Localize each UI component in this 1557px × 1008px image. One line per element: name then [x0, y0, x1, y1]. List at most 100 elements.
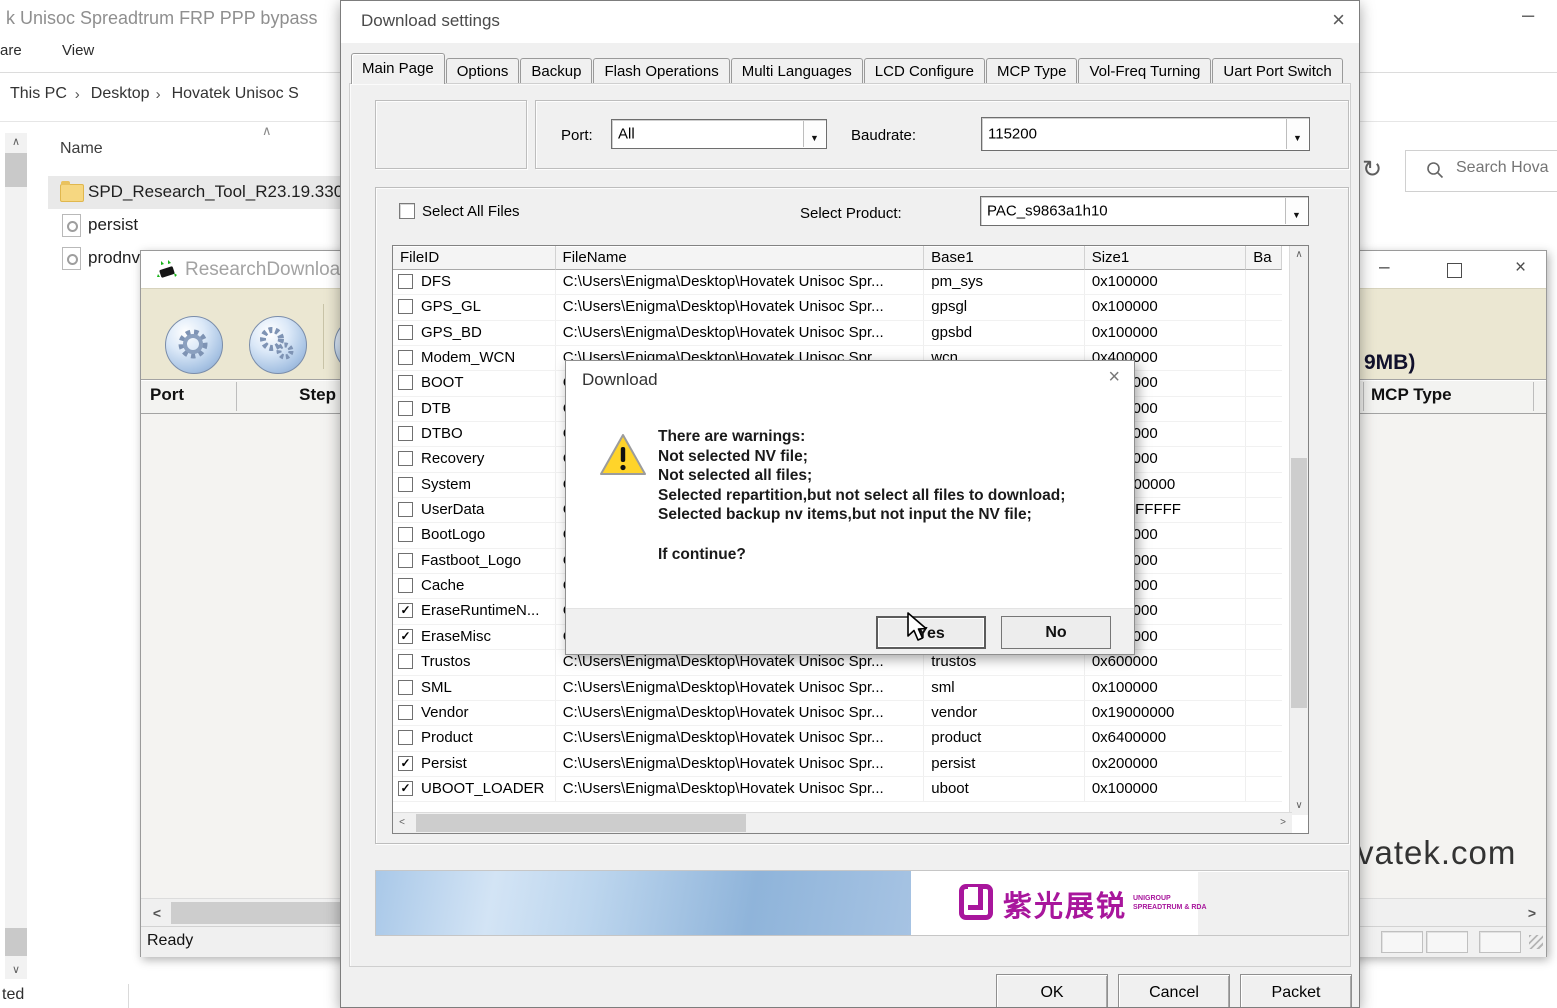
tab-flash-operations[interactable]: Flash Operations — [593, 58, 729, 84]
minimize-icon[interactable]: – — [1522, 2, 1534, 28]
select-all-checkbox[interactable] — [399, 203, 415, 219]
table-row[interactable]: SMLC:\Users\Enigma\Desktop\Hovatek Uniso… — [393, 676, 1282, 701]
close-icon[interactable]: × — [1108, 366, 1120, 389]
scroll-down-icon[interactable]: ∨ — [1290, 797, 1308, 815]
column-header-mcp-type[interactable]: MCP Type — [1371, 385, 1452, 405]
column-header-size1[interactable]: Size1 — [1085, 246, 1247, 270]
chevron-down-icon[interactable]: ▼ — [1285, 198, 1307, 224]
tab-uart-port-switch[interactable]: Uart Port Switch — [1212, 58, 1342, 84]
row-checkbox[interactable] — [398, 426, 413, 441]
close-icon[interactable]: × — [1515, 257, 1526, 279]
tab-vol-freq-turning[interactable]: Vol-Freq Turning — [1078, 58, 1211, 84]
scroll-thumb[interactable] — [5, 153, 27, 187]
table-row[interactable]: ProductC:\Users\Enigma\Desktop\Hovatek U… — [393, 726, 1282, 751]
column-header-port[interactable]: Port — [150, 385, 184, 405]
file-path: C:\Users\Enigma\Desktop\Hovatek Unisoc S… — [556, 676, 925, 700]
file-row[interactable]: SPD_Research_Tool_R23.19.3301 — [48, 176, 348, 209]
close-icon[interactable]: × — [1332, 7, 1345, 33]
row-checkbox[interactable] — [398, 451, 413, 466]
scroll-left-icon[interactable]: < — [145, 903, 169, 923]
row-checkbox[interactable] — [398, 375, 413, 390]
breadcrumb-item[interactable]: Desktop — [91, 85, 150, 103]
row-checkbox[interactable]: ✓ — [398, 756, 413, 771]
table-vscrollbar[interactable]: ∧ ∨ — [1289, 246, 1308, 815]
row-checkbox[interactable] — [398, 578, 413, 593]
scroll-thumb[interactable] — [1291, 458, 1307, 708]
scroll-up-icon[interactable]: ∧ — [1290, 246, 1308, 264]
row-checkbox[interactable] — [398, 680, 413, 695]
empty-groupbox — [375, 100, 527, 169]
row-checkbox[interactable] — [398, 350, 413, 365]
cancel-button[interactable]: Cancel — [1118, 974, 1230, 1008]
column-header-ba[interactable]: Ba — [1246, 246, 1282, 270]
row-checkbox[interactable] — [398, 502, 413, 517]
table-row[interactable]: GPS_BDC:\Users\Enigma\Desktop\Hovatek Un… — [393, 321, 1282, 346]
resize-grip[interactable] — [1529, 935, 1543, 949]
tab-multi-languages[interactable]: Multi Languages — [731, 58, 863, 84]
tab-mcp-type[interactable]: MCP Type — [986, 58, 1077, 84]
file-id: UserData — [421, 501, 484, 518]
scroll-thumb[interactable] — [5, 928, 27, 956]
scroll-right-icon[interactable]: > — [1274, 814, 1292, 832]
scroll-right-icon[interactable]: > — [1520, 903, 1544, 923]
sort-indicator-icon[interactable]: ∧ — [262, 123, 272, 139]
table-row[interactable]: DFSC:\Users\Enigma\Desktop\Hovatek Uniso… — [393, 270, 1282, 295]
file-row[interactable]: persist — [48, 209, 348, 242]
ba-value — [1246, 397, 1282, 421]
port-select[interactable]: All ▼ — [611, 119, 827, 149]
search-input[interactable] — [1454, 158, 1557, 178]
scroll-up-icon[interactable]: ∧ — [5, 133, 27, 151]
column-header-filename[interactable]: FileName — [556, 246, 925, 270]
settings-gear-button[interactable] — [165, 316, 223, 374]
column-header-name[interactable]: Name — [60, 140, 103, 158]
table-row[interactable]: ✓UBOOT_LOADERC:\Users\Enigma\Desktop\Hov… — [393, 777, 1282, 802]
tab-options[interactable]: Options — [446, 58, 520, 84]
row-checkbox[interactable]: ✓ — [398, 603, 413, 618]
row-checkbox[interactable] — [398, 553, 413, 568]
table-row[interactable]: VendorC:\Users\Enigma\Desktop\Hovatek Un… — [393, 701, 1282, 726]
tab-lcd-configure[interactable]: LCD Configure — [864, 58, 985, 84]
menu-item-view[interactable]: View — [62, 42, 94, 59]
refresh-icon[interactable]: ↻ — [1362, 155, 1382, 184]
table-row[interactable]: ✓PersistC:\Users\Enigma\Desktop\Hovatek … — [393, 752, 1282, 777]
warning-line: Not selected all files; — [658, 466, 1065, 486]
table-row[interactable]: GPS_GLC:\Users\Enigma\Desktop\Hovatek Un… — [393, 295, 1282, 320]
column-header-fileid[interactable]: FileID — [393, 246, 556, 270]
column-header-base1[interactable]: Base1 — [924, 246, 1085, 270]
search-box[interactable] — [1405, 150, 1557, 192]
menu-item-are[interactable]: are — [0, 42, 22, 59]
ok-button[interactable]: OK — [996, 974, 1108, 1008]
row-checkbox[interactable] — [398, 730, 413, 745]
row-checkbox[interactable]: ✓ — [398, 629, 413, 644]
row-checkbox[interactable]: ✓ — [398, 781, 413, 796]
maximize-icon[interactable] — [1447, 263, 1462, 278]
table-hscrollbar[interactable]: < > — [393, 812, 1292, 833]
row-checkbox[interactable] — [398, 705, 413, 720]
row-checkbox[interactable] — [398, 527, 413, 542]
no-button[interactable]: No — [1001, 616, 1111, 649]
base-value: gpsbd — [924, 321, 1085, 345]
scroll-down-icon[interactable]: ∨ — [5, 961, 27, 979]
packet-button[interactable]: Packet — [1240, 974, 1352, 1008]
column-header-step[interactable]: Step — [236, 385, 336, 405]
multi-settings-button[interactable] — [249, 316, 307, 374]
chevron-down-icon[interactable]: ▼ — [1286, 119, 1308, 149]
row-checkbox[interactable] — [398, 654, 413, 669]
row-checkbox[interactable] — [398, 299, 413, 314]
row-checkbox[interactable] — [398, 401, 413, 416]
minimize-icon[interactable]: – — [1379, 257, 1390, 279]
tab-main-page[interactable]: Main Page — [351, 53, 445, 84]
scroll-thumb[interactable] — [416, 814, 746, 832]
scroll-left-icon[interactable]: < — [393, 814, 411, 832]
row-checkbox[interactable] — [398, 325, 413, 340]
tab-backup[interactable]: Backup — [520, 58, 592, 84]
file-name: persist — [88, 215, 138, 235]
breadcrumb-item[interactable]: Hovatek Unisoc S — [172, 85, 299, 103]
row-checkbox[interactable] — [398, 274, 413, 289]
explorer-scrollbar[interactable]: ∧ ∨ — [5, 133, 27, 979]
breadcrumb-item[interactable]: This PC — [10, 85, 67, 103]
chevron-down-icon[interactable]: ▼ — [803, 121, 825, 147]
row-checkbox[interactable] — [398, 477, 413, 492]
baudrate-select[interactable]: 115200 ▼ — [981, 117, 1310, 151]
select-product-select[interactable]: PAC_s9863a1h10 ▼ — [980, 196, 1309, 226]
